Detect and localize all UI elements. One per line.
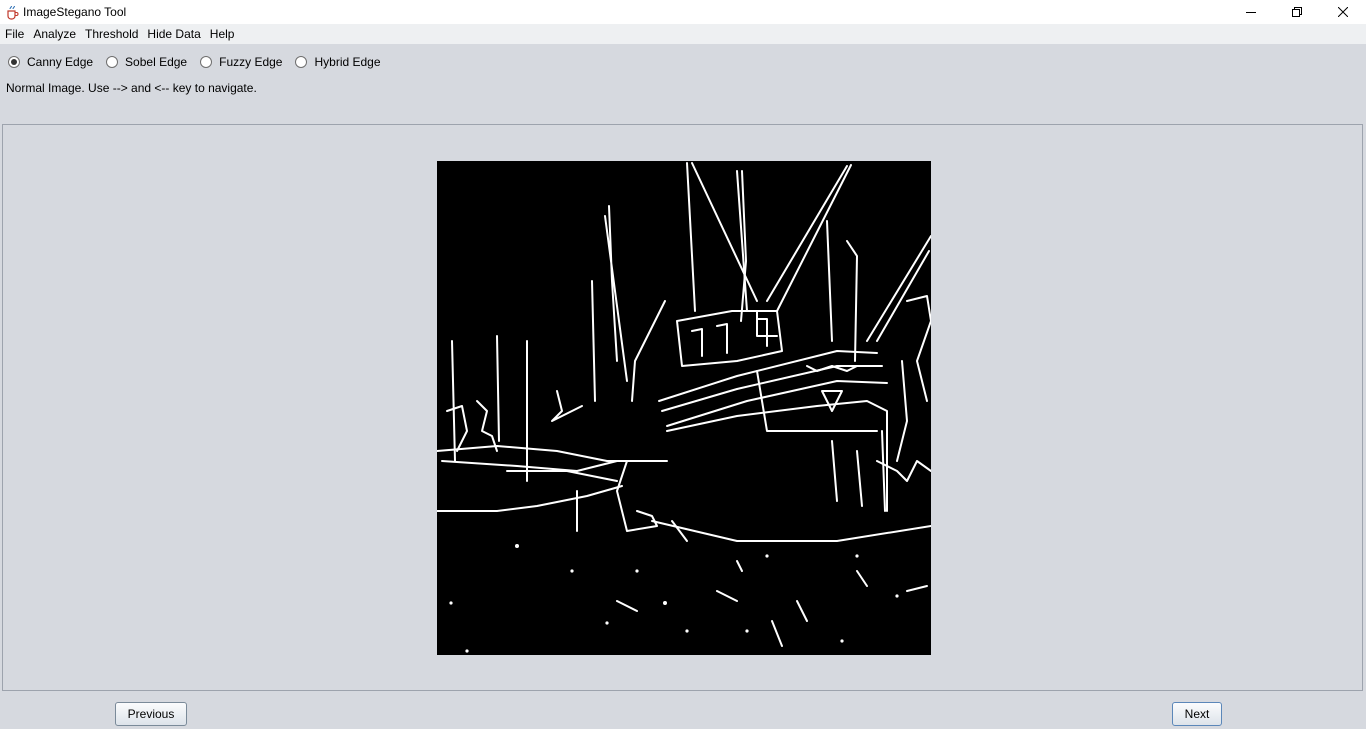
radio-fuzzy-edge[interactable]: Fuzzy Edge bbox=[200, 55, 282, 69]
menu-threshold[interactable]: Threshold bbox=[85, 27, 138, 41]
next-button[interactable]: Next bbox=[1172, 702, 1222, 726]
previous-button[interactable]: Previous bbox=[115, 702, 187, 726]
maximize-icon[interactable] bbox=[1274, 0, 1320, 24]
status-text: Normal Image. Use --> and <-- key to nav… bbox=[6, 81, 257, 95]
boat-edge-image bbox=[436, 161, 932, 682]
window-title: ImageStegano Tool bbox=[23, 5, 127, 19]
edge-detected-image bbox=[436, 161, 932, 682]
minimize-icon[interactable] bbox=[1228, 0, 1274, 24]
radio-button-checked[interactable] bbox=[8, 56, 20, 68]
close-icon[interactable] bbox=[1320, 0, 1366, 24]
image-panel bbox=[2, 124, 1363, 691]
radio-label: Hybrid Edge bbox=[314, 55, 381, 69]
menu-file[interactable]: File bbox=[5, 27, 24, 41]
edge-method-radio-group: Canny Edge Sobel Edge Fuzzy Edge Hybrid … bbox=[8, 53, 394, 71]
radio-sobel-edge[interactable]: Sobel Edge bbox=[106, 55, 187, 69]
radio-label: Canny Edge bbox=[27, 55, 94, 69]
java-cup-icon bbox=[5, 4, 19, 20]
menu-bar: File Analyze Threshold Hide Data Help bbox=[0, 24, 1366, 44]
menu-hide-data[interactable]: Hide Data bbox=[147, 27, 200, 41]
radio-label: Sobel Edge bbox=[125, 55, 188, 69]
menu-help[interactable]: Help bbox=[210, 27, 235, 41]
radio-button[interactable] bbox=[295, 56, 308, 68]
radio-label: Fuzzy Edge bbox=[219, 55, 283, 69]
radio-hybrid-edge[interactable]: Hybrid Edge bbox=[295, 55, 381, 69]
title-bar: ImageStegano Tool bbox=[0, 0, 1366, 24]
radio-button[interactable] bbox=[200, 56, 213, 68]
menu-analyze[interactable]: Analyze bbox=[33, 27, 76, 41]
radio-canny-edge[interactable]: Canny Edge bbox=[8, 55, 93, 69]
radio-button[interactable] bbox=[106, 56, 119, 68]
